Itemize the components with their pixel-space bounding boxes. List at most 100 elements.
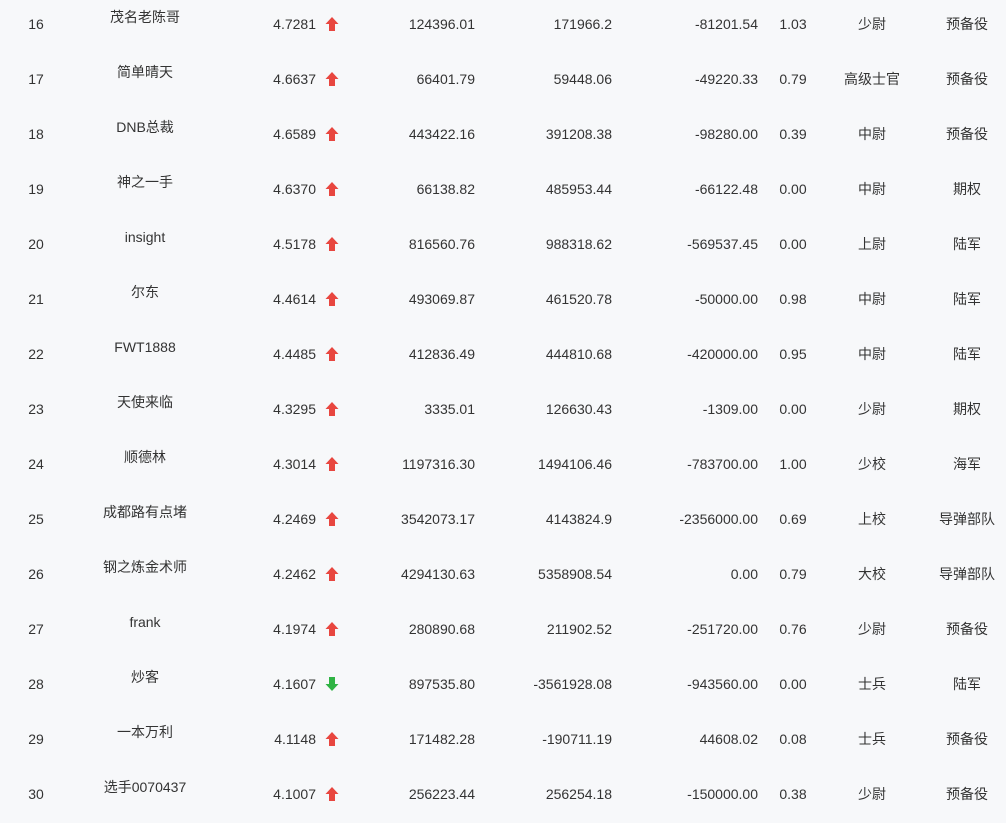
- red-up-arrow-icon: [325, 291, 339, 307]
- red-up-arrow-icon: [325, 126, 339, 142]
- value-1: 816560.76: [408, 236, 475, 252]
- table-row: 22 FWT1888 4.4485 412836.49 444810.68 -4…: [0, 328, 1006, 383]
- rank-number: 30: [28, 786, 44, 802]
- score-value: 4.3295: [273, 401, 316, 417]
- player-name-link[interactable]: 茂名老陈哥: [70, 8, 220, 26]
- value-2: 59448.06: [553, 71, 612, 87]
- military-rank: 少尉: [858, 621, 886, 637]
- score-value: 4.1007: [273, 786, 316, 802]
- score-value: 4.1148: [274, 731, 316, 747]
- rank-number: 28: [28, 676, 44, 692]
- red-up-arrow-icon: [325, 181, 339, 197]
- military-rank: 少尉: [858, 16, 886, 32]
- player-name-link[interactable]: 尔东: [70, 283, 220, 301]
- rank-number: 17: [28, 71, 44, 87]
- branch-label: 导弹部队: [939, 566, 995, 582]
- player-name-link[interactable]: 顺德林: [70, 448, 220, 466]
- value-3: 0.00: [730, 566, 758, 582]
- player-name-link[interactable]: 钢之炼金术师: [70, 558, 220, 576]
- player-name-link[interactable]: frank: [70, 613, 220, 631]
- military-rank: 少尉: [858, 401, 886, 417]
- value-1: 124396.01: [408, 16, 475, 32]
- ratio-value: 0.00: [779, 401, 807, 417]
- military-rank: 士兵: [858, 731, 886, 747]
- ratio-value: 1.03: [779, 16, 807, 32]
- value-1: 280890.68: [408, 621, 475, 637]
- ratio-value: 0.98: [779, 291, 807, 307]
- military-rank: 上校: [858, 511, 886, 527]
- score-value: 4.2462: [273, 566, 316, 582]
- score-value: 4.2469: [273, 511, 316, 527]
- score-value: 4.7281: [273, 16, 316, 32]
- score-value: 4.6589: [273, 126, 316, 142]
- player-name-link[interactable]: 炒客: [70, 668, 220, 686]
- player-name-link[interactable]: 简单晴天: [70, 63, 220, 81]
- military-rank: 少尉: [858, 786, 886, 802]
- ratio-value: 0.76: [779, 621, 807, 637]
- table-row: 19 神之一手 4.6370 66138.82 485953.44 -66122…: [0, 163, 1006, 218]
- rank-number: 27: [28, 621, 44, 637]
- player-name-link[interactable]: FWT1888: [70, 338, 220, 356]
- rank-number: 22: [28, 346, 44, 362]
- value-3: -783700.00: [687, 456, 758, 472]
- red-up-arrow-icon: [325, 16, 339, 32]
- table-row: 21 尔东 4.4614 493069.87 461520.78 -50000.…: [0, 273, 1006, 328]
- table-row: 20 insight 4.5178 816560.76 988318.62 -5…: [0, 218, 1006, 273]
- value-1: 3542073.17: [401, 511, 475, 527]
- value-3: -49220.33: [694, 71, 758, 87]
- military-rank: 上尉: [858, 236, 886, 252]
- player-name-link[interactable]: 一本万利: [70, 723, 220, 741]
- military-rank: 士兵: [858, 676, 886, 692]
- branch-label: 预备役: [946, 126, 988, 142]
- player-name-link[interactable]: DNB总裁: [70, 118, 220, 136]
- red-up-arrow-icon: [325, 346, 339, 362]
- player-name-link[interactable]: 天使来临: [70, 393, 220, 411]
- ratio-value: 0.38: [779, 786, 807, 802]
- player-name-link[interactable]: 成都路有点堵: [70, 503, 220, 521]
- red-up-arrow-icon: [325, 456, 339, 472]
- military-rank: 中尉: [858, 291, 886, 307]
- rank-number: 16: [28, 16, 44, 32]
- rank-number: 20: [28, 236, 44, 252]
- ranking-table: 16 茂名老陈哥 4.7281 124396.01 171966.2 -8120…: [0, 0, 1006, 823]
- table-row: 16 茂名老陈哥 4.7281 124396.01 171966.2 -8120…: [0, 0, 1006, 53]
- value-2: 5358908.54: [538, 566, 612, 582]
- ratio-value: 0.00: [779, 676, 807, 692]
- player-name-link[interactable]: insight: [70, 228, 220, 246]
- value-1: 493069.87: [408, 291, 475, 307]
- value-2: 126630.43: [545, 401, 612, 417]
- rank-number: 19: [28, 181, 44, 197]
- value-2: 4143824.9: [545, 511, 612, 527]
- green-down-arrow-icon: [325, 676, 339, 692]
- table-row: 17 简单晴天 4.6637 66401.79 59448.06 -49220.…: [0, 53, 1006, 108]
- value-2: 391208.38: [545, 126, 612, 142]
- table-row: 25 成都路有点堵 4.2469 3542073.17 4143824.9 -2…: [0, 493, 1006, 548]
- branch-label: 海军: [953, 456, 981, 472]
- value-2: 485953.44: [545, 181, 612, 197]
- branch-label: 期权: [953, 181, 981, 197]
- player-name-link[interactable]: 选手0070437: [70, 778, 220, 796]
- branch-label: 预备役: [946, 786, 988, 802]
- value-3: -98280.00: [694, 126, 758, 142]
- branch-label: 陆军: [953, 291, 981, 307]
- branch-label: 预备役: [946, 731, 988, 747]
- value-2: 256254.18: [545, 786, 612, 802]
- value-3: -420000.00: [687, 346, 758, 362]
- table-row: 26 钢之炼金术师 4.2462 4294130.63 5358908.54 0…: [0, 548, 1006, 603]
- value-2: -190711.19: [542, 731, 612, 747]
- value-3: -569537.45: [687, 236, 758, 252]
- score-value: 4.6370: [273, 181, 316, 197]
- branch-label: 期权: [953, 401, 981, 417]
- value-1: 412836.49: [408, 346, 475, 362]
- player-name-link[interactable]: 神之一手: [70, 173, 220, 191]
- military-rank: 中尉: [858, 346, 886, 362]
- red-up-arrow-icon: [325, 566, 339, 582]
- red-up-arrow-icon: [325, 786, 339, 802]
- ratio-value: 0.69: [779, 511, 807, 527]
- red-up-arrow-icon: [325, 731, 339, 747]
- branch-label: 陆军: [953, 236, 981, 252]
- branch-label: 陆军: [953, 676, 981, 692]
- ratio-value: 0.95: [779, 346, 807, 362]
- table-row: 18 DNB总裁 4.6589 443422.16 391208.38 -982…: [0, 108, 1006, 163]
- branch-label: 预备役: [946, 71, 988, 87]
